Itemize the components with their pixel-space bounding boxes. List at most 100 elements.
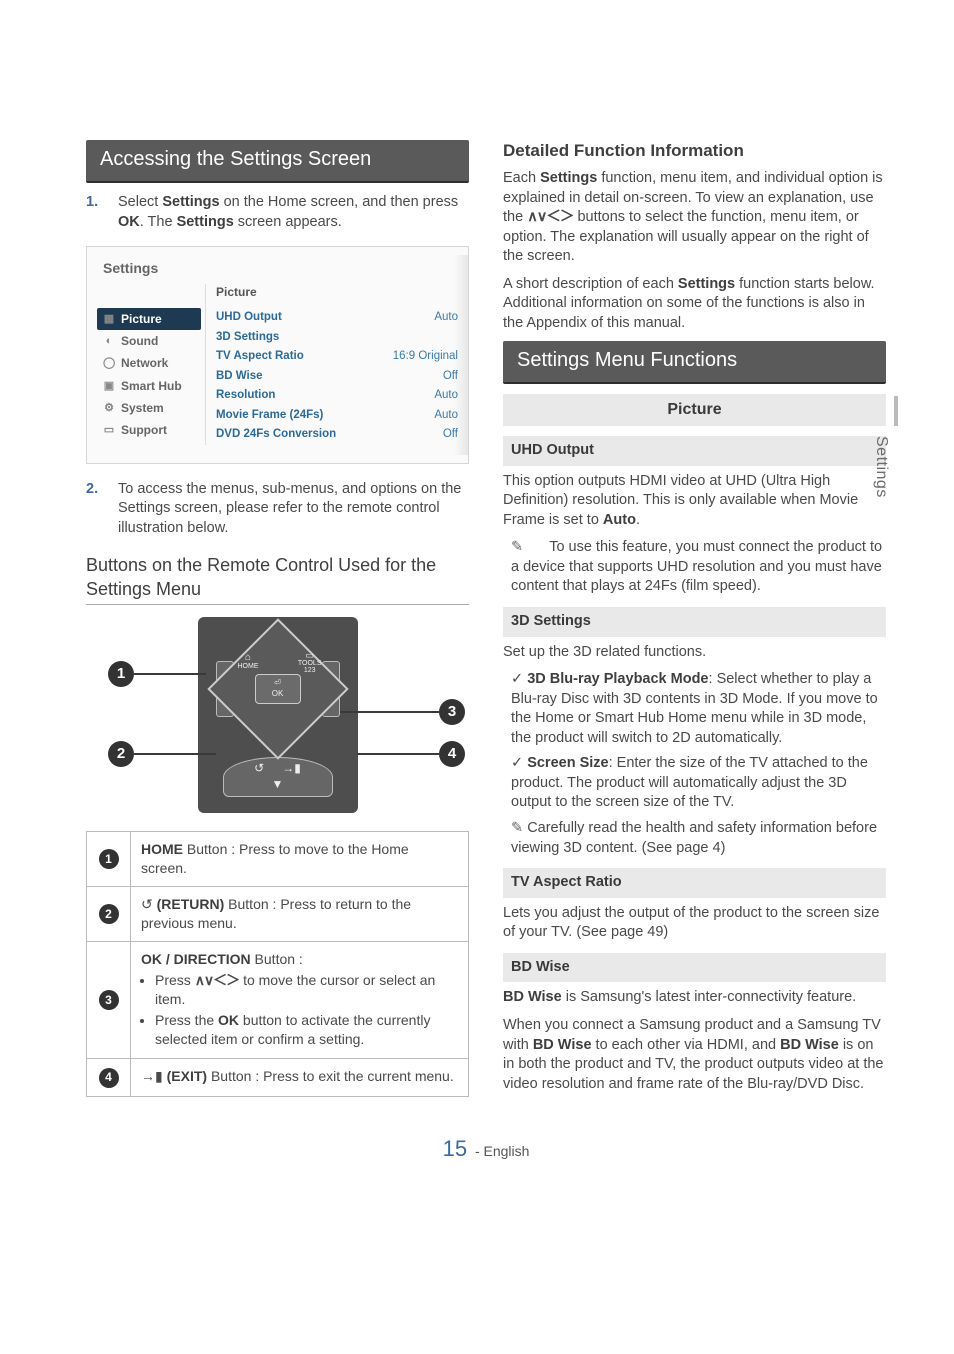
t: Screen Size bbox=[527, 755, 608, 771]
return-icon: ↺ bbox=[141, 896, 153, 912]
legend-num-3: 3 bbox=[99, 990, 119, 1010]
callout-1: 1 bbox=[108, 661, 134, 687]
ok-icon: ⏎ bbox=[274, 678, 281, 689]
t: A short description of each bbox=[503, 276, 678, 292]
t: Button : Press to exit the current menu. bbox=[207, 1068, 454, 1084]
callout-3: 3 bbox=[439, 699, 465, 725]
bdw-text-1: BD Wise is Samsung's latest inter-connec… bbox=[503, 988, 886, 1008]
panel-title: Picture bbox=[216, 284, 458, 300]
table-row: 4 →▮ (EXIT) Button : Press to exit the c… bbox=[87, 1059, 469, 1096]
t: on the Home screen, and then press bbox=[220, 194, 459, 210]
band-tv-aspect: TV Aspect Ratio bbox=[503, 868, 886, 898]
panel-row[interactable]: ResolutionAuto bbox=[216, 386, 458, 406]
step-1-number: 1. bbox=[86, 193, 100, 232]
t: 3D Blu-ray Playback Mode bbox=[527, 671, 708, 687]
panel-row[interactable]: Movie Frame (24Fs) Auto bbox=[216, 406, 458, 426]
sound-icon: ◐ bbox=[103, 335, 115, 347]
check-3d-playback: 3D Blu-ray Playback Mode: Select whether… bbox=[507, 670, 886, 748]
s3d-text: Set up the 3D related functions. bbox=[503, 643, 886, 663]
table-row: 1 HOME Button : Press to move to the Hom… bbox=[87, 832, 469, 887]
t: BD Wise bbox=[780, 1037, 839, 1053]
sidebar-item-sound[interactable]: ◐ Sound bbox=[97, 330, 201, 352]
panel-row[interactable]: BD WiseOff bbox=[216, 367, 458, 387]
step-2: 2. To access the menus, sub-menus, and o… bbox=[86, 480, 469, 539]
step-2-number: 2. bbox=[86, 480, 100, 539]
panel-row[interactable]: 3D Settings bbox=[216, 328, 458, 348]
callout-line bbox=[339, 711, 439, 713]
legend-num-1: 1 bbox=[99, 849, 119, 869]
sidebar-label: Picture bbox=[121, 311, 162, 327]
t: 123 bbox=[298, 667, 322, 674]
exit-icon: →▮ bbox=[282, 760, 301, 776]
footer-lang: - English bbox=[471, 1143, 529, 1159]
sidebar-item-system[interactable]: ⚙ System bbox=[97, 397, 201, 419]
remote-bottom-row: ↺ →▮ ▼ bbox=[208, 757, 348, 797]
panel-row[interactable]: DVD 24Fs ConversionOff bbox=[216, 425, 458, 445]
remote-legend-table: 1 HOME Button : Press to move to the Hom… bbox=[86, 831, 469, 1096]
callout-line bbox=[134, 673, 206, 675]
sidebar-item-smart-hub[interactable]: ▣ Smart Hub bbox=[97, 375, 201, 397]
return-icon: ↺ bbox=[254, 760, 264, 776]
tools-label: ▭ TOOLS 123 bbox=[298, 651, 322, 674]
t: This option outputs HDMI video at UHD (U… bbox=[503, 473, 858, 528]
t: HOME bbox=[141, 841, 183, 857]
band-uhd-output: UHD Output bbox=[503, 436, 886, 466]
ok-button[interactable]: ⏎ OK bbox=[255, 674, 301, 704]
table-row: 2 ↺ (RETURN) Button : Press to return to… bbox=[87, 887, 469, 942]
callout-line bbox=[357, 753, 439, 755]
t: screen appears. bbox=[234, 214, 342, 230]
t: OK bbox=[218, 1012, 239, 1028]
shot-sidebar: ▦ Picture ◐ Sound ◯ Network ▣ bbox=[97, 284, 201, 445]
system-icon: ⚙ bbox=[103, 402, 115, 414]
page-footer: 15 - English bbox=[86, 1134, 886, 1164]
sidebar-label: Network bbox=[121, 355, 168, 371]
t: TOOLS bbox=[298, 660, 322, 667]
detailed-p2: A short description of each Settings fun… bbox=[503, 275, 886, 334]
detailed-p1: Each Settings function, menu item, and i… bbox=[503, 169, 886, 267]
exit-icon: →▮ bbox=[141, 1068, 163, 1084]
t: (EXIT) bbox=[163, 1068, 207, 1084]
shot-panel: Picture UHD OutputAuto 3D Settings TV As… bbox=[205, 284, 458, 445]
remote-bottom-cluster[interactable]: ↺ →▮ ▼ bbox=[223, 757, 333, 797]
picture-icon: ▦ bbox=[103, 313, 115, 325]
band-picture: Picture bbox=[503, 394, 886, 426]
t: Settings bbox=[162, 194, 219, 210]
legend-num-2: 2 bbox=[99, 904, 119, 924]
remote-body: ⌂ HOME ▭ TOOLS 123 ⏎ OK bbox=[198, 617, 358, 813]
shot-title: Settings bbox=[103, 259, 458, 278]
section-bar-accessing: Accessing the Settings Screen bbox=[86, 140, 469, 183]
sidebar-item-network[interactable]: ◯ Network bbox=[97, 352, 201, 374]
legend-text-1: HOME Button : Press to move to the Home … bbox=[131, 832, 469, 887]
callout-4: 4 bbox=[439, 741, 465, 767]
smart-hub-icon: ▣ bbox=[103, 380, 115, 392]
ok-text: OK bbox=[272, 689, 284, 700]
arrows-icon: ∧∨＜＞ bbox=[527, 209, 573, 225]
k: 3D Settings bbox=[216, 330, 279, 346]
k: Movie Frame (24Fs) bbox=[216, 408, 323, 424]
k: DVD 24Fs Conversion bbox=[216, 427, 336, 443]
list-item: Press the OK button to activate the curr… bbox=[155, 1011, 458, 1049]
panel-row[interactable]: UHD OutputAuto bbox=[216, 308, 458, 328]
sidebar-label: Smart Hub bbox=[121, 378, 182, 394]
t: (RETURN) bbox=[153, 896, 225, 912]
band-3d-settings: 3D Settings bbox=[503, 607, 886, 637]
legend-text-2: ↺ (RETURN) Button : Press to return to t… bbox=[131, 887, 469, 942]
s3d-note: Carefully read the health and safety inf… bbox=[507, 819, 886, 858]
sidebar-item-picture[interactable]: ▦ Picture bbox=[97, 308, 201, 330]
side-tab-label: Settings bbox=[868, 430, 894, 514]
side-accent bbox=[894, 396, 898, 426]
t: BD Wise bbox=[533, 1037, 592, 1053]
remote-dpad[interactable]: ⌂ HOME ▭ TOOLS 123 ⏎ OK bbox=[220, 631, 336, 747]
left-column: Accessing the Settings Screen 1. Select … bbox=[86, 140, 469, 1102]
t: . bbox=[636, 512, 640, 528]
t: Each bbox=[503, 170, 540, 186]
legend-num-4: 4 bbox=[99, 1068, 119, 1088]
t: Press the bbox=[155, 1012, 218, 1028]
subhead-remote-buttons: Buttons on the Remote Control Used for t… bbox=[86, 553, 469, 606]
sidebar-item-support[interactable]: ▭ Support bbox=[97, 419, 201, 441]
t: OK bbox=[118, 214, 140, 230]
panel-row[interactable]: TV Aspect Ratio16:9 Original bbox=[216, 347, 458, 367]
t: Settings bbox=[540, 170, 597, 186]
callout-2: 2 bbox=[108, 741, 134, 767]
v: Auto bbox=[434, 408, 458, 424]
